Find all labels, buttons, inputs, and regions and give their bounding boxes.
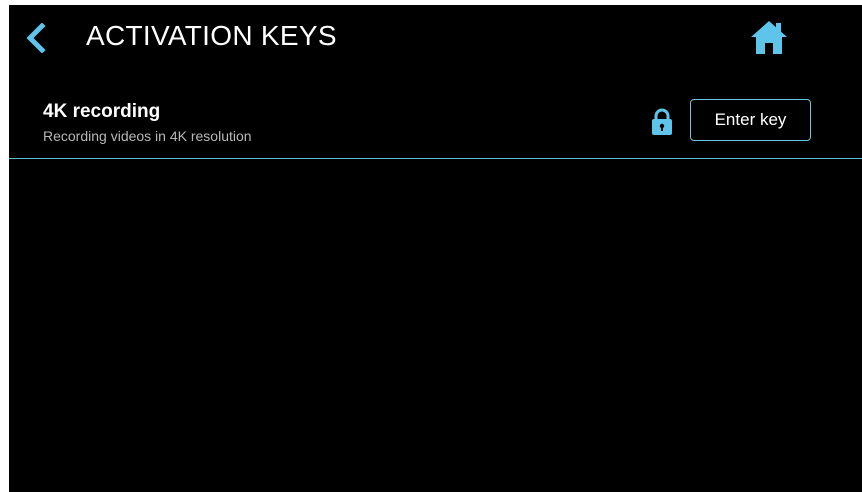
page-title: ACTIVATION KEYS: [86, 20, 337, 51]
header-bar: ACTIVATION KEYS: [9, 5, 862, 73]
lock-icon: [651, 108, 673, 136]
back-button[interactable]: [23, 22, 49, 54]
activation-keys-screen: ACTIVATION KEYS 4K recording Recording v…: [9, 5, 862, 492]
feature-row-4k-recording: 4K recording Recording videos in 4K reso…: [9, 89, 862, 159]
chevron-left-icon: [26, 22, 46, 54]
feature-description: Recording videos in 4K resolution: [43, 128, 252, 144]
home-icon: [751, 21, 787, 54]
enter-key-button[interactable]: Enter key: [690, 99, 811, 141]
home-button[interactable]: [749, 19, 789, 55]
feature-name: 4K recording: [43, 101, 161, 122]
